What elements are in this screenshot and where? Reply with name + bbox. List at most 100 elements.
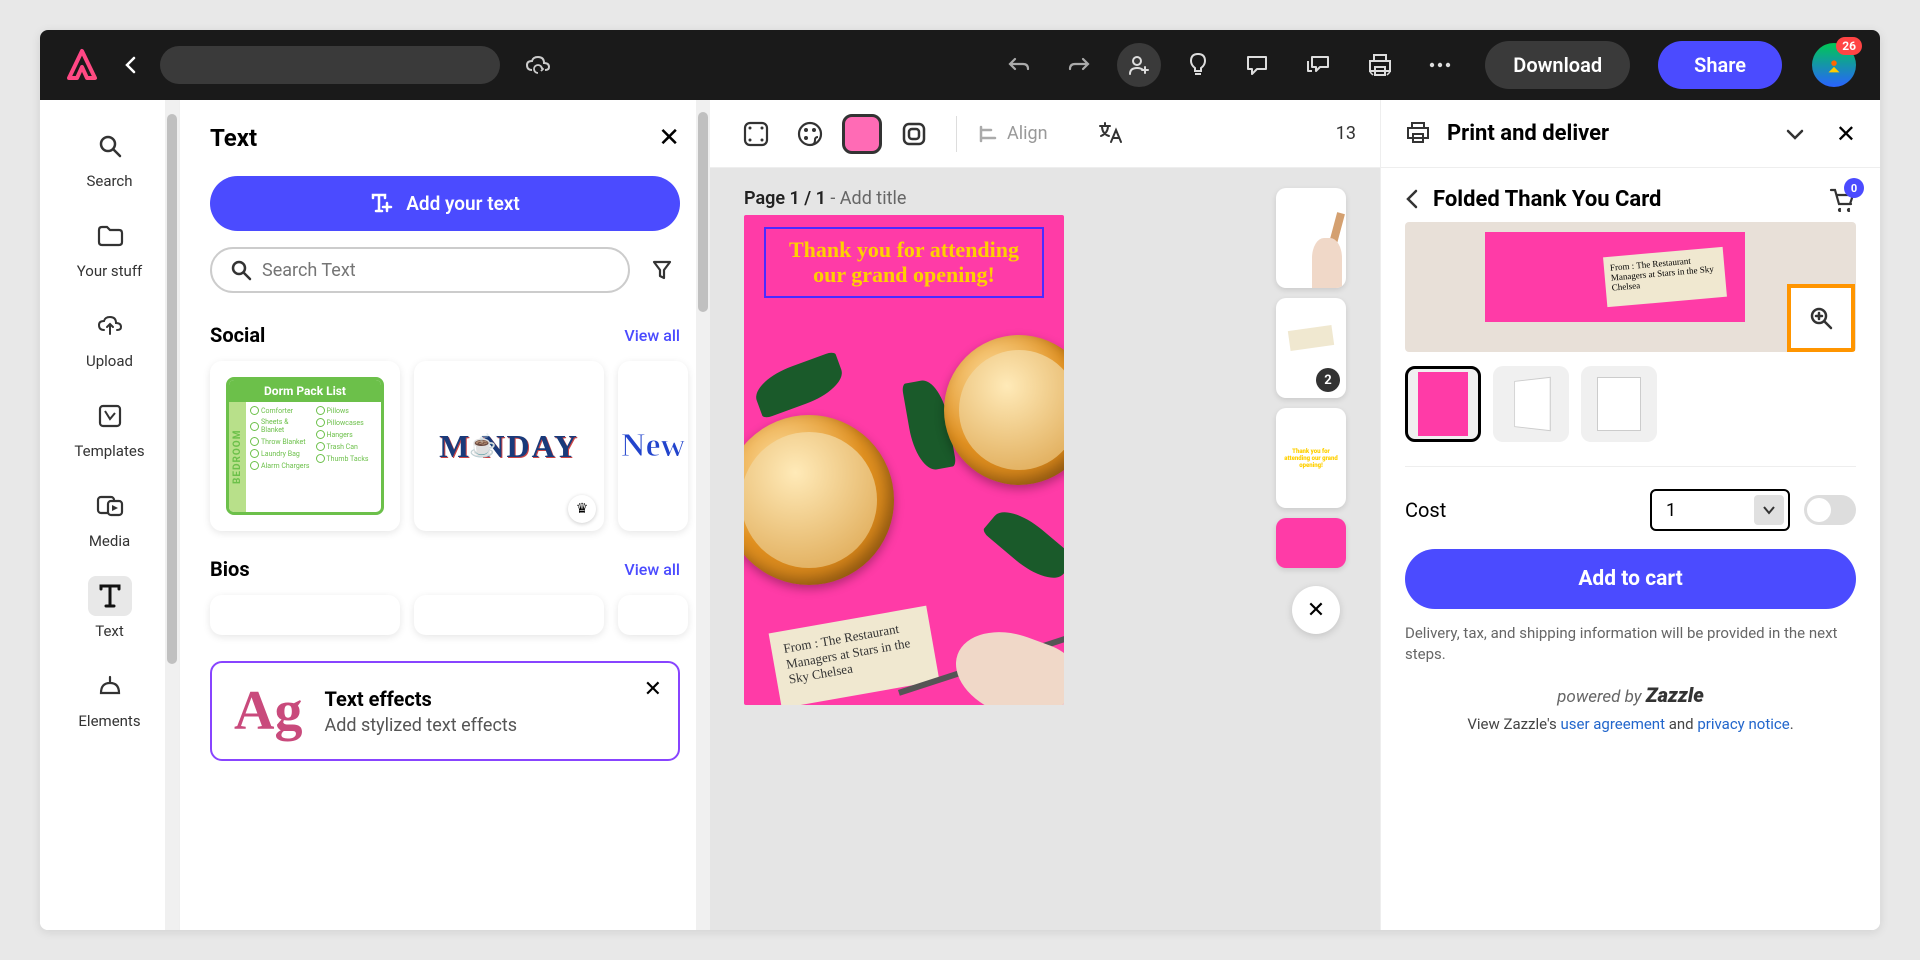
page-label[interactable]: Page 1 / 1 - Add title [744, 188, 1262, 209]
close-print-panel-button[interactable]: ✕ [1836, 120, 1856, 148]
app-frame: Download Share 26 Search Your stuff Uplo… [40, 30, 1880, 930]
close-text-effects-button[interactable]: ✕ [644, 677, 662, 702]
text-panel-title: Text [210, 124, 257, 152]
preview-thumb-3[interactable] [1581, 366, 1657, 442]
template-bio-3[interactable] [618, 595, 688, 635]
align-tool[interactable]: Align [977, 123, 1048, 145]
social-view-all-link[interactable]: View all [624, 326, 680, 345]
quantity-value: 1 [1666, 500, 1676, 521]
share-button[interactable]: Share [1658, 41, 1782, 89]
cost-toggle[interactable] [1804, 495, 1856, 525]
crop-tool-icon[interactable] [734, 112, 778, 156]
print-preview-thumbnails [1405, 366, 1856, 442]
template-dorm-pack-list[interactable]: Dorm Pack List BEDROOM ComforterSheets &… [210, 361, 400, 531]
cloud-sync-icon[interactable] [524, 54, 552, 76]
cart-button[interactable]: 0 [1828, 186, 1856, 212]
close-text-panel-button[interactable]: ✕ [658, 125, 680, 151]
text-effects-card[interactable]: Ag Text effects Add stylized text effect… [210, 661, 680, 761]
page-thumbnail-3[interactable]: Thank you for attending our grand openin… [1276, 408, 1346, 508]
undo-button[interactable] [997, 45, 1041, 85]
template-monday[interactable]: M NDAY☕ ♛ [414, 361, 604, 531]
invite-button[interactable] [1117, 43, 1161, 87]
preview-thumb-1[interactable] [1405, 366, 1481, 442]
redo-button[interactable] [1057, 45, 1101, 85]
quantity-select[interactable]: 1 [1650, 489, 1790, 531]
premium-badge-icon: ♛ [568, 495, 596, 523]
comments-multi-icon[interactable] [1295, 44, 1341, 86]
template-bio-2[interactable] [414, 595, 604, 635]
fill-color-swatch[interactable] [842, 114, 882, 154]
new-text: New [621, 427, 685, 465]
preview-thumb-2[interactable] [1493, 366, 1569, 442]
monday-text: M NDAY [439, 428, 579, 464]
chevron-down-icon [1754, 495, 1784, 525]
rail-label: Templates [74, 442, 144, 460]
thumb-count-badge: 2 [1316, 368, 1340, 392]
rail-scrollbar[interactable] [165, 100, 179, 930]
template-new[interactable]: New [618, 361, 688, 531]
print-panel-title: Print and deliver [1447, 121, 1772, 146]
cart-count-badge: 0 [1844, 178, 1864, 198]
document-title-input[interactable] [160, 46, 500, 84]
rail-label: Text [95, 622, 124, 640]
color-palette-icon[interactable] [788, 112, 832, 156]
rail-label: Upload [86, 352, 133, 370]
canvas-toolbar: Align 13 [710, 100, 1380, 168]
user-avatar[interactable]: 26 [1812, 43, 1856, 87]
bios-templates-row [180, 589, 710, 651]
close-thumbnails-button[interactable]: ✕ [1292, 586, 1340, 634]
download-button[interactable]: Download [1485, 41, 1630, 89]
zoom-level[interactable]: 13 [1336, 123, 1356, 144]
translate-tool-icon[interactable] [1088, 112, 1132, 156]
rail-elements[interactable]: Elements [60, 656, 160, 740]
text-effects-subtitle: Add stylized text effects [324, 715, 517, 736]
print-panel: Print and deliver ✕ Folded Thank You Car… [1380, 100, 1880, 930]
user-agreement-link[interactable]: user agreement [1561, 715, 1666, 733]
section-social-title: Social [210, 323, 265, 347]
rail-media[interactable]: Media [60, 476, 160, 560]
shape-tool-icon[interactable] [892, 112, 936, 156]
privacy-notice-link[interactable]: privacy notice [1697, 715, 1789, 733]
add-to-cart-button[interactable]: Add to cart [1405, 549, 1856, 609]
rail-label: Your stuff [77, 262, 143, 280]
canvas-area: Align 13 Page 1 / 1 - Add title Thank yo… [710, 100, 1380, 930]
search-text-field[interactable] [262, 260, 610, 281]
rail-text[interactable]: Text [60, 566, 160, 650]
filter-button[interactable] [644, 252, 680, 288]
text-effects-title: Text effects [324, 687, 517, 711]
app-logo[interactable] [64, 47, 100, 83]
rail-upload[interactable]: Upload [60, 296, 160, 380]
rail-label: Search [86, 172, 132, 190]
shipping-disclaimer: Delivery, tax, and shipping information … [1405, 623, 1856, 665]
text-panel-scrollbar[interactable] [696, 100, 710, 930]
card-headline[interactable]: Thank you for attending our grand openin… [764, 227, 1044, 298]
collapse-print-panel-button[interactable] [1786, 128, 1804, 140]
design-canvas[interactable]: Thank you for attending our grand openin… [744, 215, 1064, 705]
template-bio-1[interactable] [210, 595, 400, 635]
more-menu-icon[interactable] [1419, 52, 1461, 78]
page-thumbnail-4[interactable] [1276, 518, 1346, 568]
legal-text: View Zazzle's user agreement and privacy… [1405, 715, 1856, 733]
search-text-input[interactable] [210, 247, 630, 293]
powered-by-text: powered by Zazzle [1405, 683, 1856, 707]
print-back-button[interactable] [1405, 189, 1419, 209]
text-panel: Text ✕ Add your text Social View all [180, 100, 710, 930]
rail-templates[interactable]: Templates [60, 386, 160, 470]
rail-your-stuff[interactable]: Your stuff [60, 206, 160, 290]
print-deliver-icon [1405, 121, 1433, 147]
page-thumbnail-2[interactable]: 2 [1276, 298, 1346, 398]
tips-icon[interactable] [1177, 42, 1219, 88]
avatar-badge: 26 [1836, 37, 1862, 55]
add-your-text-button[interactable]: Add your text [210, 176, 680, 231]
bios-view-all-link[interactable]: View all [624, 560, 680, 579]
zoom-preview-button[interactable] [1787, 284, 1855, 352]
print-preview-hero[interactable]: From : The Restaurant Managers at Stars … [1405, 222, 1856, 352]
left-rail: Search Your stuff Upload Templates Media… [40, 100, 180, 930]
print-icon[interactable] [1357, 43, 1403, 87]
rail-search[interactable]: Search [60, 116, 160, 200]
page-thumbnail-1[interactable] [1276, 188, 1346, 288]
back-button[interactable] [116, 48, 144, 82]
rail-label: Elements [78, 712, 140, 730]
main-layout: Search Your stuff Upload Templates Media… [40, 100, 1880, 930]
comment-icon[interactable] [1235, 44, 1279, 86]
